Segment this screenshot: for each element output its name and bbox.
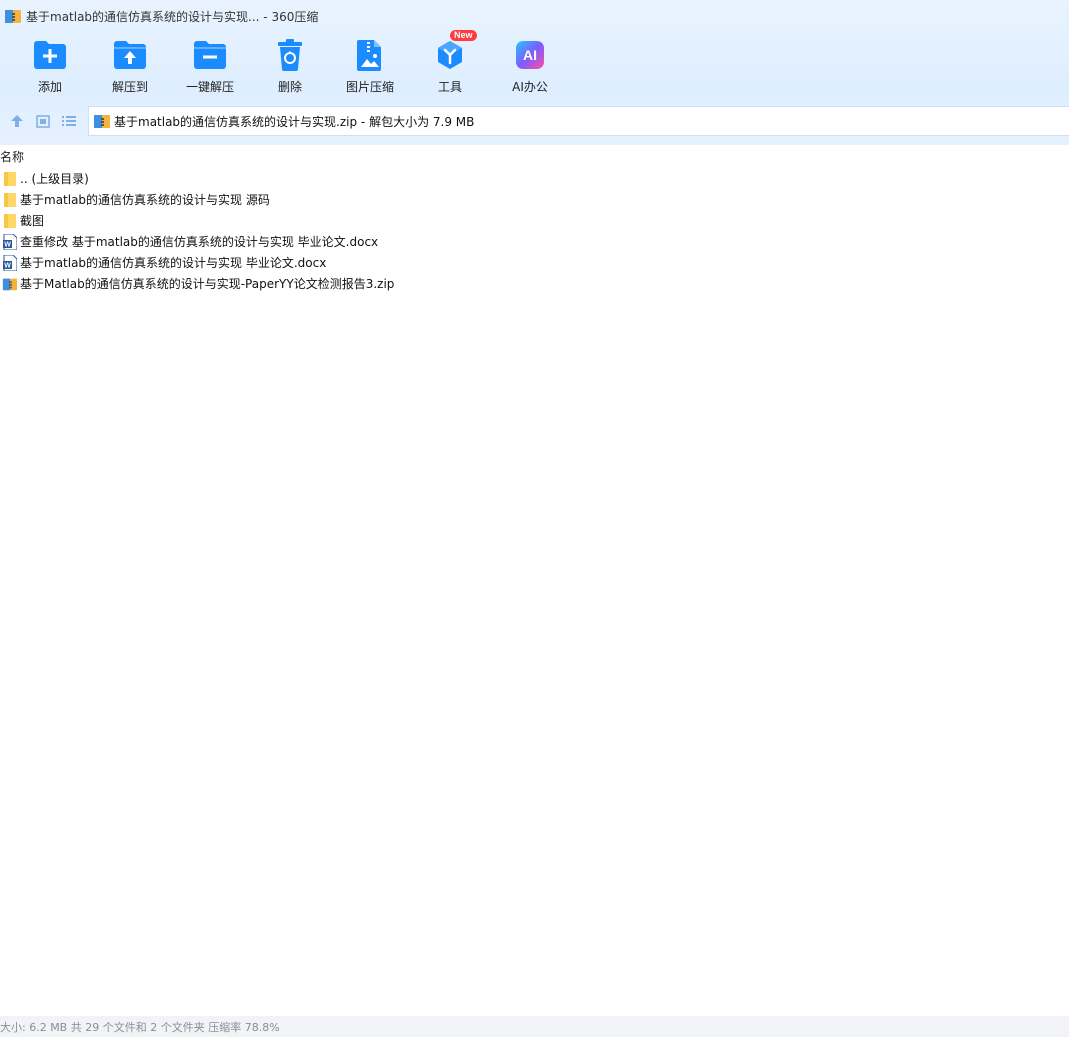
tools-icon: New — [430, 30, 477, 74]
tools-button[interactable]: New 工具 — [410, 30, 490, 100]
one-click-extract-label: 一键解压 — [185, 80, 234, 94]
svg-text:W: W — [4, 262, 11, 269]
list-item-parent-dir[interactable]: .. (上级目录) — [0, 168, 1069, 189]
list-item[interactable]: 截图 — [0, 210, 1069, 231]
delete-icon — [270, 36, 310, 74]
file-name: 查重修改 基于matlab的通信仿真系统的设计与实现 毕业论文.docx — [20, 235, 379, 249]
list-view-icon[interactable] — [56, 107, 82, 135]
archive-app-icon — [4, 8, 22, 24]
image-compress-label: 图片压缩 — [345, 80, 394, 94]
address-bar[interactable]: 基于matlab的通信仿真系统的设计与实现.zip - 解包大小为 7.9 MB — [88, 106, 1069, 136]
thumbnail-view-icon[interactable] — [30, 107, 56, 135]
status-bar: 大小: 6.2 MB 共 29 个文件和 2 个文件夹 压缩率 78.8% — [0, 1016, 1069, 1037]
new-badge: New — [450, 30, 477, 41]
ai-office-label: AI办公 — [512, 80, 548, 94]
extract-to-button[interactable]: 解压到 — [90, 36, 170, 100]
zip-archive-icon — [93, 113, 111, 129]
one-click-extract-button[interactable]: 一键解压 — [170, 36, 250, 100]
one-click-extract-icon — [190, 36, 230, 74]
ai-icon-text: AI — [523, 47, 537, 63]
file-name: .. (上级目录) — [20, 172, 89, 186]
add-label: 添加 — [37, 80, 62, 94]
list-item[interactable]: W 查重修改 基于matlab的通信仿真系统的设计与实现 毕业论文.docx — [0, 231, 1069, 252]
list-item[interactable]: 基于Matlab的通信仿真系统的设计与实现-PaperYY论文检测报告3.zip — [0, 273, 1069, 294]
list-item[interactable]: 基于matlab的通信仿真系统的设计与实现 源码 — [0, 189, 1069, 210]
svg-text:W: W — [4, 241, 11, 248]
delete-button[interactable]: 删除 — [250, 36, 330, 100]
window-title: 基于matlab的通信仿真系统的设计与实现... - 360压缩 — [26, 9, 319, 24]
folder-icon — [2, 212, 18, 230]
zip-archive-icon — [2, 275, 18, 293]
address-path: 基于matlab的通信仿真系统的设计与实现.zip - 解包大小为 7.9 MB — [114, 114, 475, 129]
address-row: 基于matlab的通信仿真系统的设计与实现.zip - 解包大小为 7.9 MB — [0, 106, 1069, 136]
file-list: .. (上级目录) 基于matlab的通信仿真系统的设计与实现 源码 截图 W … — [0, 168, 1069, 294]
word-document-icon: W — [2, 233, 18, 251]
tools-label: 工具 — [437, 80, 462, 94]
file-name: 基于matlab的通信仿真系统的设计与实现 毕业论文.docx — [20, 256, 327, 270]
list-item[interactable]: W 基于matlab的通信仿真系统的设计与实现 毕业论文.docx — [0, 252, 1069, 273]
title-bar[interactable]: 基于matlab的通信仿真系统的设计与实现... - 360压缩 — [0, 0, 1069, 32]
app-window: 基于matlab的通信仿真系统的设计与实现... - 360压缩 添加 解压到 … — [0, 0, 1069, 1037]
file-name: 截图 — [20, 214, 45, 228]
image-compress-icon — [350, 36, 390, 74]
list-header: 名称 — [0, 147, 1069, 165]
add-icon — [30, 36, 70, 74]
ai-office-button[interactable]: AI AI办公 — [490, 36, 570, 100]
ai-office-icon: AI — [510, 36, 550, 74]
top-area: 基于matlab的通信仿真系统的设计与实现... - 360压缩 添加 解压到 … — [0, 0, 1069, 145]
word-document-icon: W — [2, 254, 18, 272]
toolbar: 添加 解压到 一键解压 删除 图片压缩 New 工具 AI AI办公 — [10, 30, 570, 100]
extract-to-label: 解压到 — [111, 80, 148, 94]
extract-to-icon — [110, 36, 150, 74]
image-compress-button[interactable]: 图片压缩 — [330, 36, 410, 100]
column-header-name[interactable]: 名称 — [0, 148, 24, 165]
folder-icon — [2, 191, 18, 209]
status-text: 大小: 6.2 MB 共 29 个文件和 2 个文件夹 压缩率 78.8% — [0, 1020, 280, 1034]
delete-label: 删除 — [277, 80, 302, 94]
up-level-icon[interactable] — [4, 107, 30, 135]
add-button[interactable]: 添加 — [10, 36, 90, 100]
folder-icon — [2, 170, 18, 188]
file-name: 基于Matlab的通信仿真系统的设计与实现-PaperYY论文检测报告3.zip — [20, 277, 395, 291]
file-name: 基于matlab的通信仿真系统的设计与实现 源码 — [20, 193, 270, 207]
